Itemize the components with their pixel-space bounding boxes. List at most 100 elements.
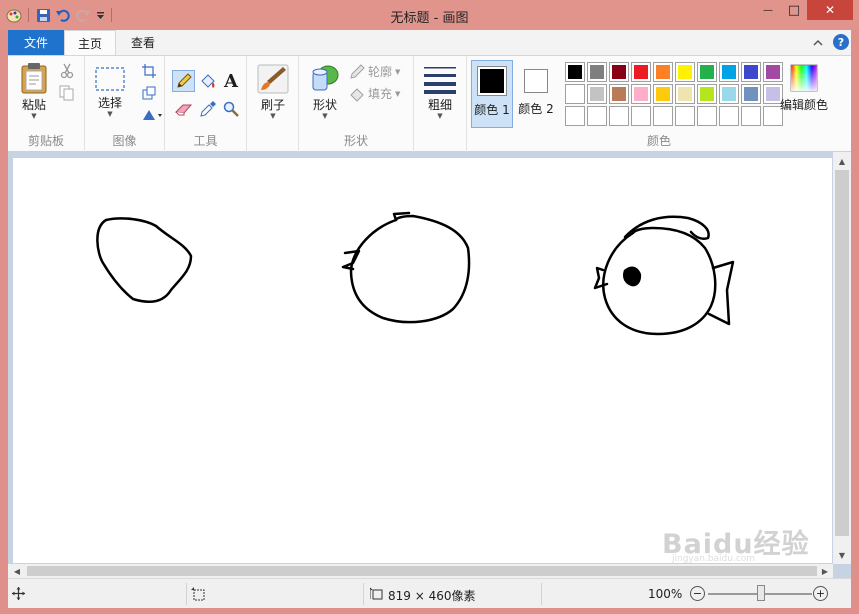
palette-swatch-color (612, 87, 626, 101)
palette-swatch-color (634, 87, 648, 101)
palette-swatch-color (722, 65, 736, 79)
shapes-button[interactable]: 形状 ▼ (308, 64, 342, 120)
palette-swatch[interactable] (741, 62, 761, 82)
rotate-icon[interactable] (139, 105, 165, 125)
palette-swatch-color (656, 87, 670, 101)
minimize-icon: — (763, 4, 773, 16)
brushes-button[interactable]: 刷子 ▼ (256, 64, 290, 120)
palette-swatch-empty[interactable] (697, 106, 717, 126)
edit-colors-icon (790, 64, 818, 92)
palette-swatch[interactable] (741, 84, 761, 104)
palette-swatch[interactable] (565, 62, 585, 82)
canvas-drawing (96, 211, 735, 336)
palette-swatch-empty[interactable] (565, 106, 585, 126)
palette-swatch-empty[interactable] (587, 106, 607, 126)
palette-swatch[interactable] (587, 62, 607, 82)
eraser-icon[interactable] (174, 99, 194, 119)
status-divider (363, 583, 364, 605)
zoom-slider-thumb[interactable] (757, 585, 765, 601)
paste-button[interactable]: 粘贴 ▼ (18, 62, 50, 120)
palette-swatch-color (700, 87, 714, 101)
color1-button[interactable]: 颜色 1 (471, 60, 513, 128)
palette-swatch[interactable] (609, 62, 629, 82)
copy-icon[interactable] (57, 83, 77, 103)
group-label-clipboard: 剪贴板 (27, 134, 64, 148)
palette-swatch-color (612, 65, 626, 79)
palette-swatch[interactable] (675, 84, 695, 104)
palette-swatch[interactable] (675, 62, 695, 82)
outline-button[interactable]: 轮廓 ▼ (349, 63, 400, 80)
scroll-right-icon[interactable]: ▶ (818, 564, 832, 578)
palette-swatch[interactable] (609, 84, 629, 104)
fill-button[interactable]: 填充 ▼ (349, 85, 400, 102)
palette-swatch[interactable] (653, 62, 673, 82)
pencil-icon[interactable] (172, 70, 195, 92)
horizontal-scroll-thumb[interactable] (27, 566, 817, 576)
tab-home[interactable]: 主页 (64, 30, 116, 56)
cut-icon[interactable] (57, 61, 77, 81)
palette-swatch-empty[interactable] (719, 106, 739, 126)
palette-swatch-color (634, 65, 648, 79)
palette-swatch[interactable] (697, 62, 717, 82)
palette-swatch-empty[interactable] (741, 106, 761, 126)
palette-swatch-color (568, 65, 582, 79)
scroll-left-icon[interactable]: ◀ (10, 564, 24, 578)
zoom-out-button[interactable]: − (690, 586, 705, 601)
group-shapes: 形状 ▼ 轮廓 ▼ 填充 ▼ 形状 (299, 56, 414, 152)
edit-colors-button[interactable]: 编辑颜色 (777, 64, 831, 113)
close-button[interactable]: ✕ (807, 0, 853, 20)
palette-swatch[interactable] (653, 84, 673, 104)
palette-swatch[interactable] (697, 84, 717, 104)
palette-swatch[interactable] (631, 62, 651, 82)
color1-swatch (480, 69, 504, 93)
fill-bucket-icon[interactable] (198, 71, 218, 91)
vertical-scroll-thumb[interactable] (835, 170, 849, 536)
drawing-fish2-body (602, 226, 717, 336)
drawing-canvas[interactable] (13, 158, 832, 563)
minimize-button[interactable]: — (755, 0, 781, 20)
palette-swatch-color (722, 87, 736, 101)
zoom-in-button[interactable]: + (813, 586, 828, 601)
group-image: 选择 ▼ 图像 (85, 56, 165, 152)
chevron-down-icon: ▼ (395, 67, 401, 76)
group-label-shapes: 形状 (343, 134, 368, 148)
brush-icon (257, 64, 289, 94)
watermark-url: jingyan.baidu.com (672, 554, 756, 564)
palette-swatch[interactable] (631, 84, 651, 104)
scroll-up-icon[interactable]: ▲ (835, 154, 849, 168)
select-button[interactable]: 选择 ▼ (93, 66, 127, 118)
palette-swatch-empty[interactable] (653, 106, 673, 126)
palette-swatch[interactable] (719, 62, 739, 82)
crop-icon[interactable] (139, 61, 159, 81)
size-button[interactable]: 粗细 ▼ (422, 64, 458, 120)
maximize-button[interactable]: □ (781, 0, 807, 20)
palette-swatch[interactable] (719, 84, 739, 104)
chevron-down-icon: ▼ (395, 89, 401, 98)
text-tool-icon[interactable]: A (221, 71, 241, 92)
shapes-icon (312, 65, 339, 91)
color-picker-icon[interactable] (198, 99, 218, 119)
tab-file[interactable]: 文件 (8, 30, 64, 55)
line-size-icon (424, 67, 456, 94)
canvas-size-icon (369, 587, 383, 603)
help-icon[interactable]: ? (833, 34, 849, 50)
color2-button[interactable]: 颜色 2 (515, 60, 557, 128)
group-size: 粗细 ▼ (414, 56, 467, 152)
group-brushes: 刷子 ▼ (247, 56, 299, 152)
scroll-down-icon[interactable]: ▼ (835, 548, 849, 562)
tab-view[interactable]: 查看 (116, 30, 170, 55)
magnifier-icon[interactable] (221, 99, 241, 119)
palette-swatch-empty[interactable] (675, 106, 695, 126)
resize-icon[interactable] (139, 83, 159, 103)
chevron-down-icon: ▼ (437, 112, 443, 120)
palette-swatch-empty[interactable] (609, 106, 629, 126)
collapse-ribbon-icon[interactable] (813, 36, 823, 50)
palette-swatch[interactable] (565, 84, 585, 104)
ribbon: 粘贴 ▼ 剪贴板 选择 ▼ 图像 A 工具 刷子 ▼ 形状 ▼ 轮廓 ▼ 填充 … (8, 55, 851, 152)
fill-icon (350, 87, 364, 102)
palette-swatch-empty[interactable] (631, 106, 651, 126)
window-title: 无标题 - 画图 (390, 11, 469, 26)
palette-swatch[interactable] (587, 84, 607, 104)
chevron-down-icon: ▼ (107, 110, 113, 118)
color1-label: 颜色 1 (474, 103, 510, 117)
